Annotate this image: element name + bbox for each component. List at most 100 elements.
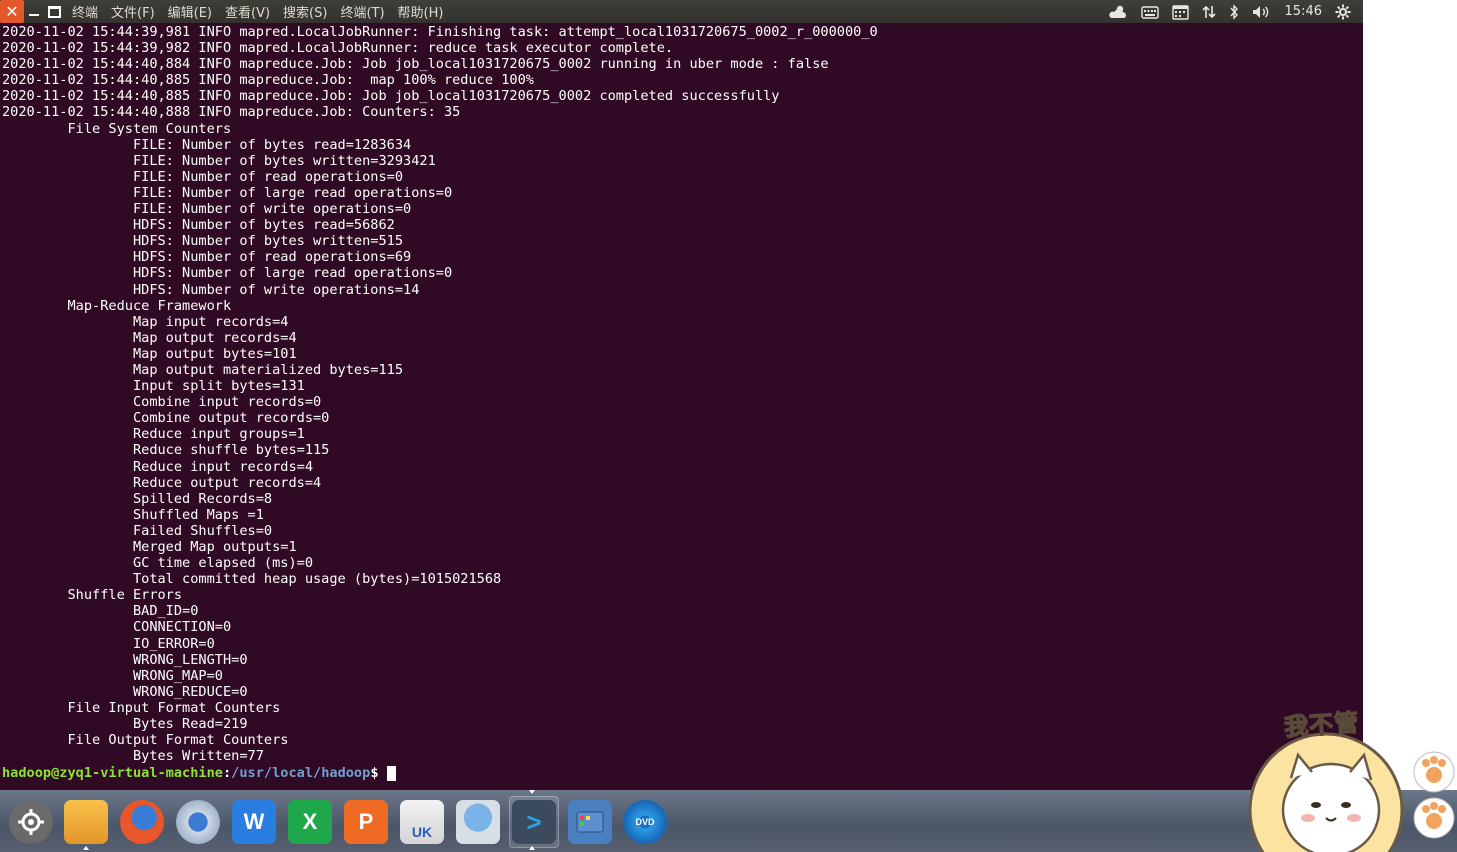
menu-terminal[interactable]: 终端(T) [340, 2, 384, 21]
prompt-symbol: $ [370, 765, 379, 781]
menu-app-terminal[interactable]: 终端 [72, 2, 98, 21]
terminal-line: WRONG_MAP=0 [2, 667, 223, 684]
wps-presentation-icon: P [344, 800, 388, 844]
terminal-line: 2020-11-02 15:44:40,884 INFO mapreduce.J… [2, 56, 829, 73]
system-indicators: 15:46 [1095, 0, 1351, 23]
terminal-line: FILE: Number of read operations=0 [2, 168, 404, 185]
terminal-line: HDFS: Number of bytes written=515 [2, 233, 404, 250]
menu-bar: 终端 文件(F) 编辑(E) 查看(V) 搜索(S) 终端(T) 帮助(H) [72, 2, 456, 21]
sticker-caption: 我不管 [1283, 708, 1361, 742]
dock-item-settings[interactable] [6, 796, 56, 848]
remmina-icon [456, 800, 500, 844]
dock-item-workspaces[interactable] [565, 796, 615, 848]
dock-item-software[interactable]: UK [397, 796, 447, 848]
terminal-line: HDFS: Number of write operations=14 [2, 281, 420, 298]
terminal-line: 2020-11-02 15:44:39,981 INFO mapred.Loca… [2, 24, 878, 40]
terminal-line: File Output Format Counters [2, 732, 289, 749]
terminal-line: BAD_ID=0 [2, 603, 199, 620]
minimize-button[interactable] [24, 0, 44, 23]
dock-item-wps-writer[interactable]: W [229, 796, 279, 848]
terminal-icon: > [512, 800, 556, 844]
dock-item-wps-presentation[interactable]: P [341, 796, 391, 848]
terminal-line: Total committed heap usage (bytes)=10150… [2, 571, 502, 588]
terminal-line: WRONG_REDUCE=0 [2, 683, 248, 700]
terminal-line: Reduce output records=4 [2, 474, 322, 491]
terminal-line: 2020-11-02 15:44:40,885 INFO mapreduce.J… [2, 88, 780, 105]
terminal-line: Shuffled Maps =1 [2, 506, 264, 523]
dock-item-files[interactable] [61, 796, 111, 848]
keyboard-icon[interactable] [1140, 5, 1159, 19]
clock[interactable]: 15:46 [1285, 4, 1322, 19]
workspace-switcher-icon [568, 800, 612, 844]
terminal-line: Reduce input records=4 [2, 458, 313, 475]
close-button[interactable]: ✕ [0, 0, 24, 23]
terminal-line: Failed Shuffles=0 [2, 522, 273, 539]
terminal-line: HDFS: Number of read operations=69 [2, 249, 412, 266]
terminal-line: FILE: Number of large read operations=0 [2, 184, 453, 201]
menu-view[interactable]: 查看(V) [225, 2, 270, 21]
calendar-icon[interactable] [1171, 4, 1189, 20]
prompt-separator: : [222, 765, 232, 781]
running-indicator [83, 846, 89, 850]
ubuntu-software-icon: UK [400, 800, 444, 844]
terminal-output[interactable]: 2020-11-02 15:44:39,981 INFO mapred.Loca… [0, 23, 1363, 790]
maximize-button[interactable] [44, 0, 64, 23]
terminal-line: Map output records=4 [2, 329, 297, 346]
terminal-line: Reduce input groups=1 [2, 426, 305, 443]
terminal-line: Merged Map outputs=1 [2, 539, 297, 555]
terminal-line: Combine input records=0 [2, 394, 322, 411]
network-updown-icon[interactable] [1201, 4, 1216, 20]
dock-item-firefox[interactable] [117, 796, 167, 848]
terminal-line: Reduce shuffle bytes=115 [2, 442, 330, 459]
prompt-path: /usr/local/hadoop [231, 765, 371, 781]
system-settings-icon [9, 800, 53, 844]
terminal-line: Combine output records=0 [2, 410, 330, 427]
terminal-line: 2020-11-02 15:44:40,888 INFO mapreduce.J… [2, 104, 461, 121]
wps-spreadsheets-icon: X [288, 800, 332, 844]
bluetooth-icon[interactable] [1229, 3, 1239, 20]
terminal-line: Bytes Read=219 [2, 716, 248, 733]
running-indicator [529, 846, 535, 850]
volume-icon[interactable] [1252, 4, 1272, 20]
active-window-indicator [529, 790, 535, 794]
dock-item-chromium[interactable] [173, 796, 223, 848]
terminal-line: GC time elapsed (ms)=0 [2, 555, 313, 572]
menu-search[interactable]: 搜索(S) [283, 2, 327, 21]
gear-icon[interactable] [1335, 4, 1351, 20]
menu-help[interactable]: 帮助(H) [398, 2, 444, 21]
dock-item-dvd[interactable]: DVD [620, 796, 670, 848]
terminal-line: Bytes Written=77 [2, 748, 264, 765]
terminal-line: WRONG_LENGTH=0 [2, 651, 248, 668]
dock-item-remote[interactable] [453, 796, 503, 848]
terminal-line: 2020-11-02 15:44:40,885 INFO mapreduce.J… [2, 72, 534, 89]
firefox-icon [120, 800, 164, 844]
close-icon: ✕ [5, 2, 19, 21]
files-icon [64, 800, 108, 844]
desktop: ✕ 终端 文件(F) 编辑(E) 查看(V) 搜索(S) 终端(T) 帮助(H) [0, 0, 1457, 852]
dock-item-wps-spreadsheets[interactable]: X [285, 796, 335, 848]
minimize-icon [29, 13, 39, 16]
terminal-line: 2020-11-02 15:44:39,982 INFO mapred.Loca… [2, 40, 674, 57]
menu-file[interactable]: 文件(F) [111, 2, 155, 21]
text-cursor [386, 765, 396, 781]
terminal-log: 2020-11-02 15:44:39,981 INFO mapred.Loca… [2, 24, 878, 764]
wps-writer-icon: W [232, 800, 276, 844]
menu-edit[interactable]: 编辑(E) [168, 2, 212, 21]
terminal-menubar: ✕ 终端 文件(F) 编辑(E) 查看(V) 搜索(S) 终端(T) 帮助(H) [0, 0, 1363, 23]
terminal-line: File System Counters [2, 120, 232, 137]
terminal-line: HDFS: Number of bytes read=56862 [2, 217, 395, 234]
prompt-user-host: hadoop@zyq1-virtual-machine [2, 765, 223, 781]
terminal-line: FILE: Number of bytes written=3293421 [2, 152, 436, 169]
shell-prompt[interactable]: hadoop@zyq1-virtual-machine:/usr/local/h… [2, 765, 396, 781]
terminal-line: FILE: Number of bytes read=1283634 [2, 136, 412, 153]
terminal-line: FILE: Number of write operations=0 [2, 201, 412, 218]
desktop-background [1363, 0, 1457, 790]
terminal-line: File Input Format Counters [2, 699, 281, 716]
terminal-line: Map output materialized bytes=115 [2, 361, 404, 378]
terminal-line: Map output bytes=101 [2, 345, 297, 362]
dock-item-terminal[interactable]: > [509, 796, 559, 848]
cloud-sun-icon[interactable] [1108, 4, 1128, 20]
terminal-line: CONNECTION=0 [2, 619, 232, 636]
terminal-line: Shuffle Errors [2, 587, 183, 604]
dvd-icon: DVD [623, 800, 667, 844]
